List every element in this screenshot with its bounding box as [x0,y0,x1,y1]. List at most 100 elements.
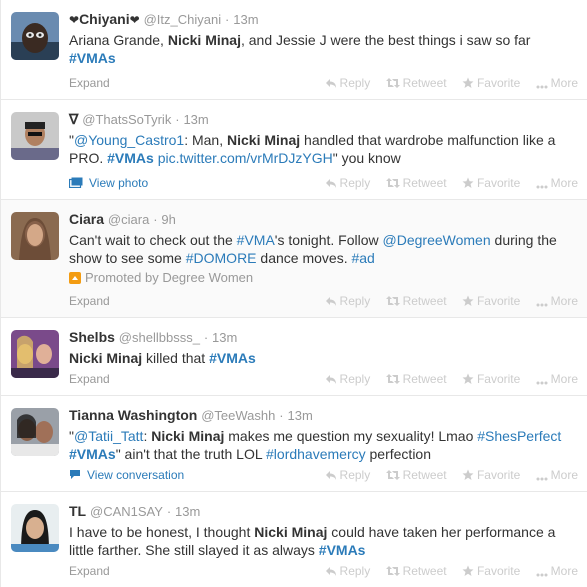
tweet-item[interactable]: ❤Chiyani❤ @Itz_Chiyani · 13m Ariana Gran… [1,0,587,100]
reply-action[interactable]: Reply [325,75,370,91]
avatar[interactable] [11,504,59,552]
username[interactable]: @ciara [108,212,149,227]
favorite-action[interactable]: Favorite [462,467,520,483]
tweet-item[interactable]: TL @CAN1SAY · 13m I have to be honest, I… [1,492,587,587]
username[interactable]: @ThatsSoTyrik [82,112,171,127]
tweet-header: Ciara @ciara · 9h [69,210,578,229]
text-segment: 's tonight. Follow [274,232,383,248]
tweet-footer: Expand Reply Retweet Favorite More [69,371,578,387]
fullname[interactable]: Ciara [69,211,104,227]
mention-link[interactable]: @Tatii_Tatt [74,428,143,444]
retweet-action[interactable]: Retweet [385,563,447,579]
username[interactable]: @CAN1SAY [90,504,163,519]
reply-label: Reply [339,468,371,482]
more-label: More [550,76,578,90]
tweet-item-promoted[interactable]: Ciara @ciara · 9h Can't wait to check ou… [1,200,587,318]
favorite-label: Favorite [476,176,521,190]
expand-link[interactable]: Expand [69,293,110,309]
reply-action[interactable]: Reply [325,293,370,309]
fullname[interactable]: Chiyani [79,11,130,27]
expand-link[interactable]: Expand [69,75,110,91]
reply-icon [325,567,336,576]
fullname[interactable]: ∇ [69,111,78,127]
tweet-item[interactable]: Tianna Washington @TeeWashh · 13m "@Tati… [1,396,587,492]
tweet-actions: Reply Retweet Favorite More [313,293,578,309]
hashtag-link[interactable]: #VMAs [319,542,366,558]
favorite-action[interactable]: Favorite [462,75,520,91]
reply-action[interactable]: Reply [325,371,370,387]
timestamp[interactable]: 13m [175,504,200,519]
username[interactable]: @TeeWashh [201,408,275,423]
hashtag-link[interactable]: #DOMORE [186,250,257,266]
reply-action[interactable]: Reply [325,175,370,191]
timestamp[interactable]: 13m [288,408,313,423]
fullname[interactable]: Tianna Washington [69,407,197,423]
text-segment: Can't wait to check out the [69,232,237,248]
fullname[interactable]: TL [69,503,86,519]
reply-action[interactable]: Reply [325,563,370,579]
avatar[interactable] [11,330,59,378]
hashtag-link[interactable]: #VMAs [107,150,154,166]
retweet-action[interactable]: Retweet [385,175,447,191]
timestamp[interactable]: 13m [183,112,208,127]
favorite-action[interactable]: Favorite [462,563,520,579]
photo-link[interactable]: pic.twitter.com/vrMrDJzYGH [158,150,333,166]
hashtag-link[interactable]: #VMAs [209,350,256,366]
favorite-action[interactable]: Favorite [462,293,520,309]
hashtag-link[interactable]: #VMAs [69,50,116,66]
tweet-text: I have to be honest, I thought Nicki Min… [69,523,578,559]
text-segment: " you know [332,150,401,166]
avatar[interactable] [11,12,59,60]
favorite-action[interactable]: Favorite [462,175,520,191]
mention-link[interactable]: @Young_Castro1 [74,132,184,148]
expand-link[interactable]: Expand [69,563,110,579]
timestamp[interactable]: 9h [161,212,175,227]
avatar[interactable] [11,212,59,260]
retweet-label: Retweet [402,294,447,308]
tweet-text: "@Young_Castro1: Man, Nicki Minaj handle… [69,131,578,167]
retweet-action[interactable]: Retweet [385,293,447,309]
timestamp[interactable]: 13m [212,330,237,345]
reply-action[interactable]: Reply [325,467,371,483]
hashtag-link[interactable]: #lordhavemercy [266,446,366,462]
more-action[interactable]: More [536,371,578,387]
separator-dot: · [203,330,209,345]
username[interactable]: @shellbbsss_ [119,330,200,345]
promoted-label[interactable]: Promoted by Degree Women [69,270,578,286]
retweet-action[interactable]: Retweet [385,467,447,483]
conversation-icon [70,470,80,479]
separator-dot: · [225,12,230,27]
more-dots-icon [536,185,548,189]
tweet-text: Ariana Grande, Nicki Minaj, and Jessie J… [69,31,578,67]
fullname[interactable]: Shelbs [69,329,115,345]
username[interactable]: @Itz_Chiyani [144,12,222,27]
more-action[interactable]: More [536,293,578,309]
tweet-item[interactable]: ∇ @ThatsSoTyrik · 13m "@Young_Castro1: M… [1,100,587,200]
more-action[interactable]: More [536,75,578,91]
retweet-action[interactable]: Retweet [385,75,447,91]
more-action[interactable]: More [536,175,578,191]
hashtag-link[interactable]: #ShesPerfect [477,428,561,444]
mention-link[interactable]: @DegreeWomen [383,232,491,248]
hashtag-link[interactable]: #VMAs [69,446,116,462]
avatar[interactable] [11,112,59,160]
retweet-action[interactable]: Retweet [385,371,447,387]
more-action[interactable]: More [536,467,578,483]
hashtag-link[interactable]: #ad [351,250,374,266]
tweet-footer: Expand Reply Retweet Favorite More [69,293,578,309]
avatar[interactable] [11,408,59,456]
view-photo-link[interactable]: View photo [68,175,148,191]
photo-icon [68,177,83,189]
hashtag-link[interactable]: #VMA [237,232,275,248]
tweet-item[interactable]: Shelbs @shellbbsss_ · 13m Nicki Minaj ki… [1,318,587,396]
text-segment: I have to be honest, I thought [69,524,255,540]
more-label: More [550,564,578,578]
text-highlight: Nicki Minaj [227,132,301,148]
reply-icon [325,471,336,480]
timestamp[interactable]: 13m [233,12,258,27]
view-conversation-link[interactable]: View conversation [69,467,184,483]
favorite-action[interactable]: Favorite [462,371,520,387]
text-highlight: Nicki Minaj [254,524,328,540]
expand-link[interactable]: Expand [69,371,110,387]
more-action[interactable]: More [536,563,578,579]
